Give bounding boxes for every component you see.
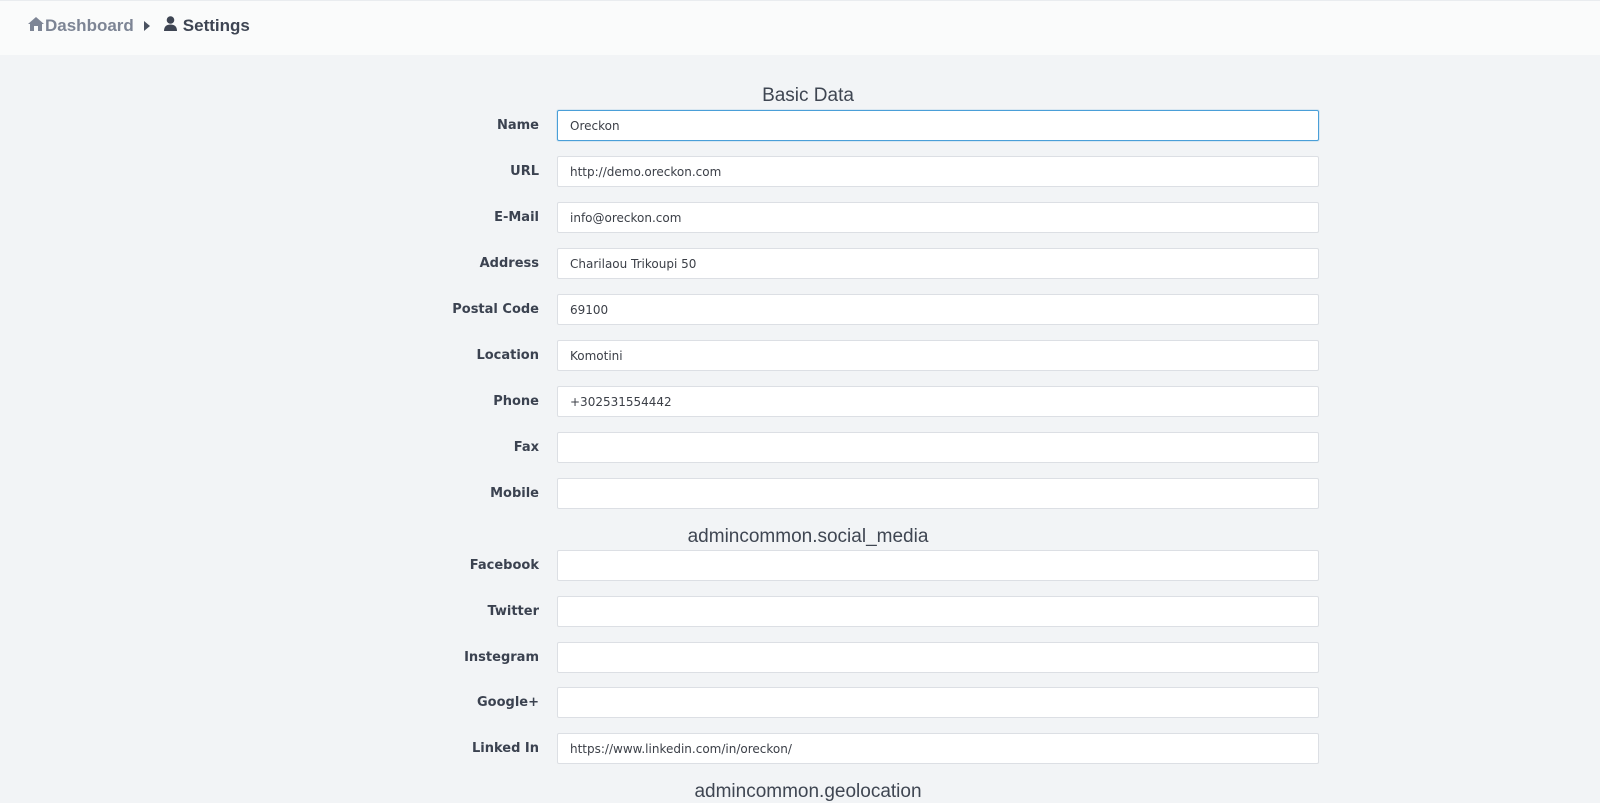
googleplus-input[interactable] (557, 687, 1319, 718)
linkedin-input[interactable] (557, 733, 1319, 764)
location-input[interactable] (557, 340, 1319, 371)
breadcrumb: Dashboard Settings (28, 15, 250, 37)
postal-code-label: Postal Code (452, 302, 539, 317)
section-title-social-media: admincommon.social_media (687, 526, 929, 547)
top-bar: Dashboard Settings (0, 0, 1600, 55)
breadcrumb-settings-label: Settings (182, 16, 250, 35)
phone-input[interactable] (557, 386, 1319, 417)
address-input[interactable] (557, 248, 1319, 279)
postal-code-input[interactable] (557, 294, 1319, 325)
location-label: Location (476, 348, 539, 363)
breadcrumb-dashboard-link[interactable]: Dashboard (28, 16, 134, 36)
instagram-label: Instegram (464, 650, 539, 665)
section-title-geolocation: admincommon.geolocation (694, 781, 922, 802)
breadcrumb-dashboard-label: Dashboard (45, 16, 134, 35)
linkedin-label: Linked In (471, 741, 539, 756)
fax-input[interactable] (557, 432, 1319, 463)
googleplus-label: Google+ (476, 695, 539, 710)
fax-label: Fax (513, 440, 539, 455)
twitter-input[interactable] (557, 596, 1319, 627)
instagram-input[interactable] (557, 642, 1319, 673)
twitter-label: Twitter (487, 604, 539, 619)
url-label: URL (510, 164, 539, 179)
name-label: Name (496, 118, 539, 133)
name-input[interactable] (557, 110, 1319, 141)
home-icon (28, 16, 45, 36)
email-label: E-Mail (494, 210, 539, 225)
mobile-input[interactable] (557, 478, 1319, 509)
breadcrumb-current: Settings (163, 16, 250, 36)
url-input[interactable] (557, 156, 1319, 187)
phone-label: Phone (493, 394, 539, 409)
section-title-basic-data: Basic Data (762, 85, 854, 106)
facebook-label: Facebook (469, 558, 539, 573)
user-icon (163, 16, 183, 36)
mobile-label: Mobile (490, 486, 539, 501)
facebook-input[interactable] (557, 550, 1319, 581)
address-label: Address (479, 256, 539, 271)
email-input[interactable] (557, 202, 1319, 233)
caret-right-icon (143, 21, 150, 31)
